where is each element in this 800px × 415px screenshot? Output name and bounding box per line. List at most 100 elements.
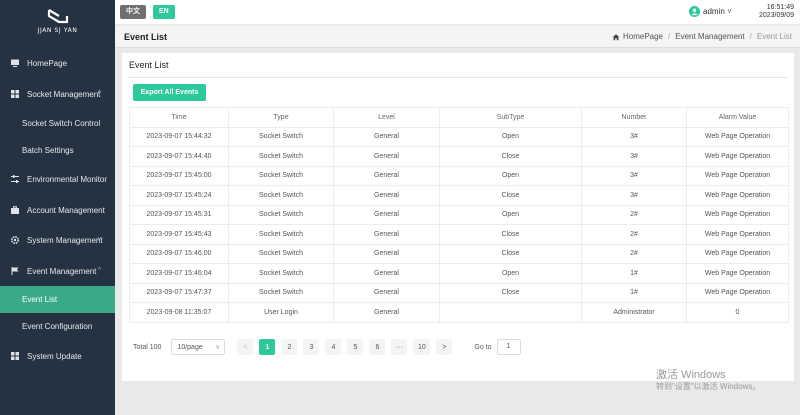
sidebar-item-socket-switch-control[interactable]: Socket Switch Control: [0, 110, 115, 137]
table-row[interactable]: 2023-09-07 15:44:40 Socket Switch Genera…: [129, 146, 789, 167]
sidebar-item-event-management[interactable]: Event Management ^: [0, 257, 115, 285]
cell-number: 1#: [581, 263, 687, 284]
sidebar-item-system-update[interactable]: System Update: [0, 342, 115, 370]
cell-time: 2023-09-07 15:45:43: [129, 224, 229, 245]
sidebar-item-batch-settings[interactable]: Batch Settings: [0, 137, 115, 164]
cell-level: General: [333, 165, 440, 186]
table-row[interactable]: 2023-09-07 15:47:37 Socket Switch Genera…: [129, 282, 789, 303]
watermark-title: 激活 Windows: [656, 369, 726, 381]
column-header[interactable]: Time: [129, 107, 229, 128]
page-button-6[interactable]: 6: [369, 339, 386, 355]
cell-type: Socket Switch: [228, 146, 334, 167]
cell-subtype: Open: [439, 165, 582, 186]
grid-icon: [10, 89, 20, 99]
clock: 16:51:49 2023/09/09: [759, 4, 794, 20]
page-size-value: 10/page: [177, 343, 203, 351]
logo: JJAN SJ YAN: [0, 0, 115, 42]
event-list-card: Event List Export All Events Time Type L…: [122, 53, 794, 381]
cell-number: 3#: [581, 185, 687, 206]
breadcrumb-event-management[interactable]: Event Management: [675, 32, 744, 41]
page-button-4[interactable]: 4: [325, 339, 342, 355]
cell-type: Socket Switch: [228, 185, 334, 206]
sidebar-item-event-configuration[interactable]: Event Configuration: [0, 313, 115, 340]
gear-icon: [10, 235, 20, 245]
goto-input[interactable]: 1: [496, 339, 521, 355]
cell-alarm-value: Web Page Operation: [686, 224, 789, 245]
cell-subtype: [439, 302, 582, 323]
cell-number: Administrator: [581, 302, 687, 323]
prev-page-button[interactable]: <: [237, 339, 254, 355]
cell-level: General: [333, 243, 440, 264]
page-button-5[interactable]: 5: [347, 339, 364, 355]
lang-zh-button[interactable]: 中文: [120, 5, 146, 19]
windows-activation-watermark: 激活 Windows 转到"设置"以激活 Windows。: [656, 369, 760, 393]
sidebar-item-socket-management[interactable]: Socket Management ^: [0, 80, 115, 108]
chevron-up-icon: ^: [97, 90, 101, 97]
page-button-2[interactable]: 2: [281, 339, 298, 355]
briefcase-icon: [10, 205, 20, 215]
column-header[interactable]: Alarm Value: [686, 107, 789, 128]
chevron-down-icon: v: [727, 8, 732, 15]
table-row[interactable]: 2023-09-07 15:45:00 Socket Switch Genera…: [129, 165, 789, 186]
sidebar-item-event-list[interactable]: Event List: [0, 286, 115, 313]
column-header[interactable]: Level: [333, 107, 440, 128]
clock-date: 2023/09/09: [758, 12, 794, 19]
cell-level: General: [333, 224, 440, 245]
sidebar-item-environmental-monitor[interactable]: Environmental Monitor: [0, 165, 115, 193]
cell-alarm-value: Web Page Operation: [686, 263, 789, 284]
cell-alarm-value: Web Page Operation: [686, 204, 789, 225]
cell-level: General: [333, 302, 440, 323]
breadcrumb-home[interactable]: HomePage: [623, 32, 663, 41]
cell-level: General: [333, 126, 440, 147]
table-row[interactable]: 2023-09-07 15:45:43 Socket Switch Genera…: [129, 224, 789, 245]
table-row[interactable]: 2023-09-07 15:45:24 Socket Switch Genera…: [129, 185, 789, 206]
sidebar-item-label: System Update: [27, 351, 82, 361]
table-row[interactable]: 2023-09-07 15:45:31 Socket Switch Genera…: [129, 204, 789, 225]
cell-type: Socket Switch: [228, 204, 334, 225]
user-menu[interactable]: admin v: [689, 6, 731, 17]
sidebar-item-homepage[interactable]: HomePage: [0, 49, 115, 77]
table-row[interactable]: 2023-09-07 15:44:32 Socket Switch Genera…: [129, 126, 789, 147]
column-header[interactable]: Number: [581, 107, 687, 128]
next-page-button[interactable]: >: [436, 339, 453, 355]
cell-alarm-value: Web Page Operation: [686, 146, 789, 167]
export-all-events-button[interactable]: Export All Events: [133, 84, 206, 101]
table-row[interactable]: 2023-09-07 15:46:04 Socket Switch Genera…: [129, 263, 789, 284]
cell-subtype: Close: [439, 224, 582, 245]
column-header[interactable]: Type: [228, 107, 334, 128]
page-header: Event List HomePage / Event Management /…: [115, 26, 800, 48]
total-count: Total 100: [133, 343, 162, 351]
lang-en-button[interactable]: EN: [153, 5, 175, 19]
cell-type: User Login: [228, 302, 334, 323]
page-button-10[interactable]: 10: [413, 339, 431, 355]
sidebar-item-label: Batch Settings: [22, 146, 74, 155]
cell-time: 2023-09-07 15:47:37: [129, 282, 229, 303]
sidebar-item-label: System Management: [27, 235, 103, 245]
breadcrumb: HomePage / Event Management / Event List: [612, 32, 792, 41]
clock-time: 16:51:49: [766, 4, 794, 11]
sidebar-item-system-management[interactable]: System Management v: [0, 226, 115, 254]
watermark-subtitle: 转到"设置"以激活 Windows。: [656, 382, 761, 391]
goto-label: Go to: [474, 343, 492, 351]
page-button-1[interactable]: 1: [259, 339, 276, 355]
cell-time: 2023-09-07 15:44:32: [129, 126, 229, 147]
sidebar-item-label: Event Management: [27, 266, 97, 276]
cell-level: General: [333, 263, 440, 284]
table-row[interactable]: 2023-09-08 11:35:07 User Login General A…: [129, 302, 789, 323]
cell-type: Socket Switch: [228, 263, 334, 284]
cell-subtype: Close: [439, 146, 582, 167]
page-button-3[interactable]: 3: [303, 339, 320, 355]
column-header[interactable]: SubType: [439, 107, 582, 128]
table-row[interactable]: 2023-09-07 15:46:00 Socket Switch Genera…: [129, 243, 789, 264]
more-pages-button[interactable]: ···: [391, 339, 408, 355]
breadcrumb-current: Event List: [756, 32, 792, 41]
cell-number: 1#: [581, 282, 687, 303]
cell-number: 2#: [581, 224, 687, 245]
username: admin: [703, 7, 725, 16]
cell-subtype: Close: [439, 243, 582, 264]
cell-alarm-value: Web Page Operation: [686, 243, 789, 264]
sidebar-item-account-management[interactable]: Account Management: [0, 196, 115, 224]
cell-type: Socket Switch: [228, 126, 334, 147]
page-size-select[interactable]: 10/page v: [171, 339, 226, 355]
logo-mark-icon: [47, 9, 68, 24]
